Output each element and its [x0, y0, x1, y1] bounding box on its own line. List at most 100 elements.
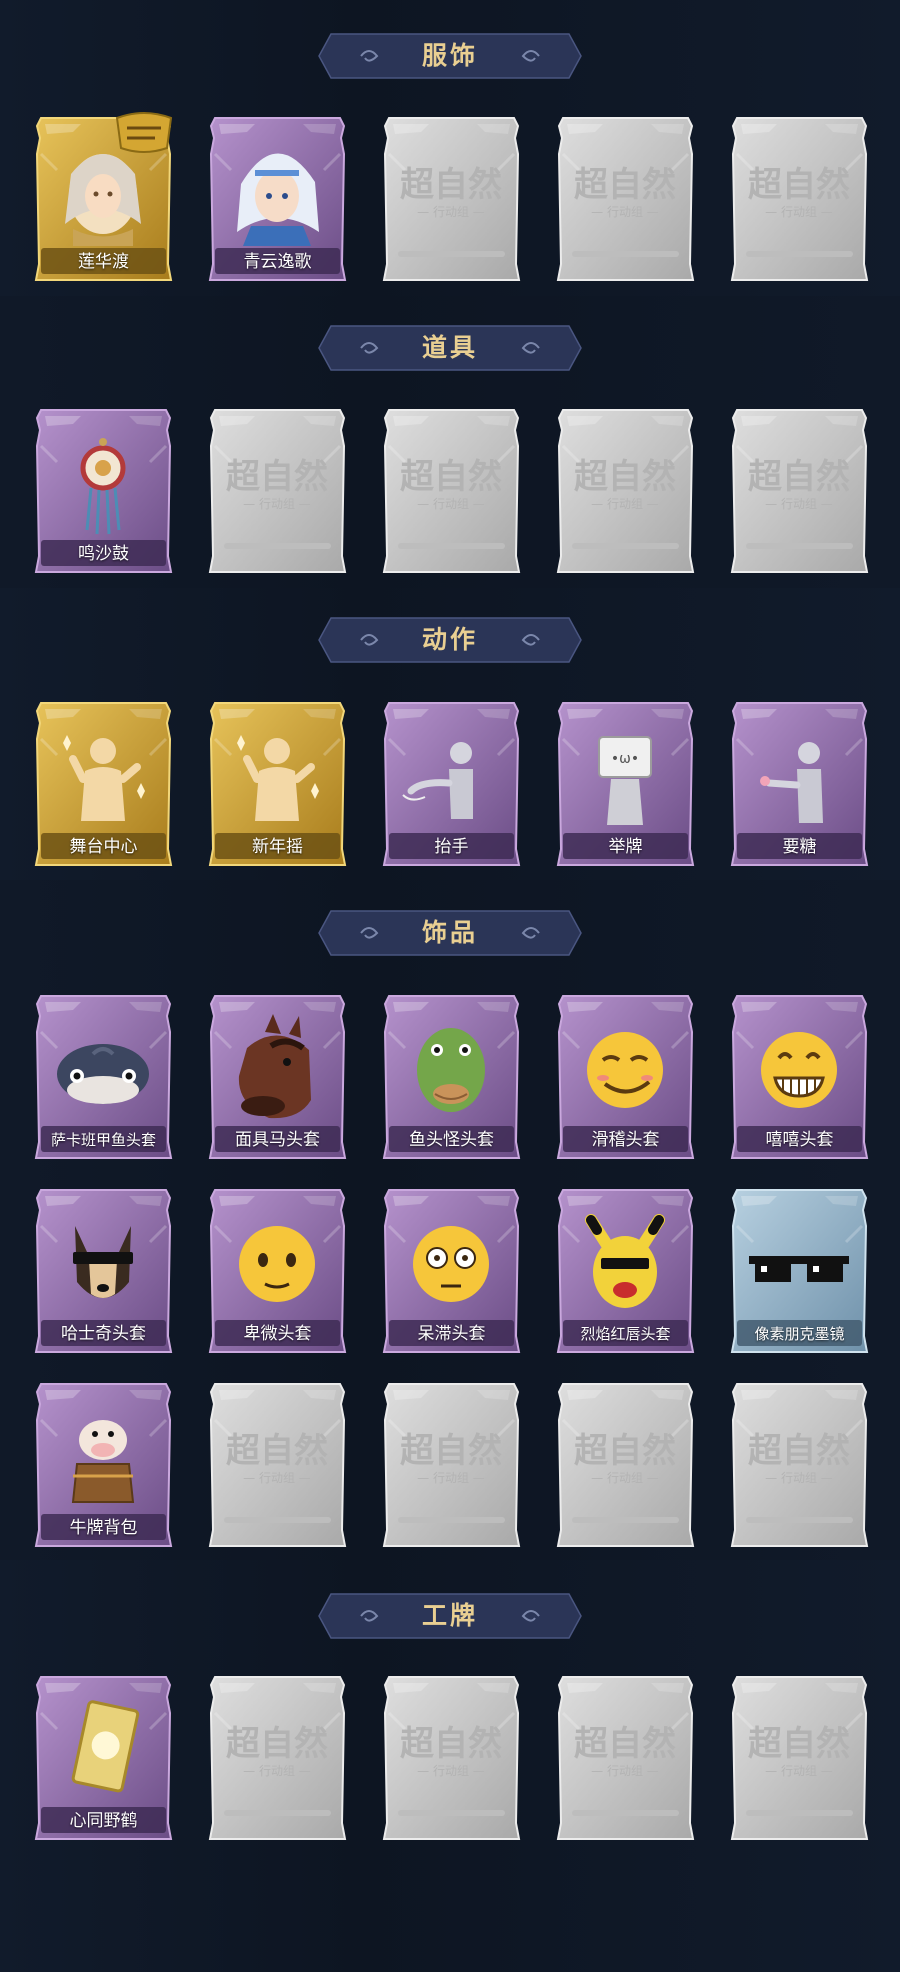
item-card[interactable]: 舞台中心	[33, 699, 174, 869]
watermark-main: 超自然	[400, 165, 502, 205]
watermark-sub: — 行动组 —	[591, 205, 659, 219]
locked-item-card[interactable]: 超自然 — 行动组 —	[207, 1673, 348, 1843]
item-card[interactable]: 要糖	[729, 699, 870, 869]
item-name: 鸣沙鼓	[78, 544, 129, 564]
locked-item-card[interactable]: 超自然 — 行动组 —	[555, 406, 696, 576]
tag-badge-icon	[115, 112, 173, 153]
svg-text:•ω•: •ω•	[611, 751, 639, 767]
locked-placeholder-icon: 超自然 — 行动组 —	[398, 1724, 505, 1816]
locked-placeholder-icon: 超自然 — 行动组 —	[572, 1724, 679, 1816]
locked-item-card[interactable]: 超自然 — 行动组 —	[381, 1673, 522, 1843]
watermark-sub: — 行动组 —	[243, 497, 311, 511]
item-card[interactable]: 鸣沙鼓	[33, 406, 174, 576]
locked-item-card[interactable]: 超自然 — 行动组 —	[381, 1380, 522, 1550]
section-title: 道具	[421, 333, 478, 362]
item-name: 鱼头怪头套	[409, 1130, 494, 1150]
section-header: 动作	[317, 612, 583, 668]
section-title: 服饰	[421, 41, 478, 70]
locked-item-card[interactable]: 超自然 — 行动组 —	[555, 1673, 696, 1843]
item-name: 新年摇	[252, 837, 303, 857]
item-name: 牛牌背包	[69, 1518, 138, 1538]
item-card[interactable]: 莲华渡	[33, 112, 174, 284]
watermark-main: 超自然	[574, 165, 676, 205]
watermark-main: 超自然	[226, 1431, 328, 1471]
locked-placeholder-icon: 超自然 — 行动组 —	[746, 457, 853, 549]
locked-item-card[interactable]: 超自然 — 行动组 —	[729, 406, 870, 576]
item-name: 滑稽头套	[591, 1130, 660, 1150]
item-name: 烈焰红唇头套	[580, 1325, 671, 1343]
watermark-main: 超自然	[574, 1724, 676, 1764]
item-card[interactable]: 萨卡班甲鱼头套	[33, 992, 174, 1162]
watermark-sub: — 行动组 —	[417, 205, 485, 219]
item-card[interactable]: 烈焰红唇头套	[555, 1186, 696, 1356]
locked-item-card[interactable]: 超自然 — 行动组 —	[729, 114, 870, 284]
item-name: 呆滞头套	[417, 1324, 486, 1344]
locked-placeholder-icon: 超自然 — 行动组 —	[746, 1724, 853, 1816]
locked-item-card[interactable]: 超自然 — 行动组 —	[381, 114, 522, 284]
item-card[interactable]: 嘻嘻头套	[729, 992, 870, 1162]
locked-placeholder-icon: 超自然 — 行动组 —	[398, 1431, 505, 1523]
watermark-sub: — 行动组 —	[765, 205, 833, 219]
item-card[interactable]: 抬手	[381, 699, 522, 869]
item-name: 莲华渡	[78, 252, 129, 272]
watermark-sub: — 行动组 —	[765, 1764, 833, 1778]
watermark-sub: — 行动组 —	[243, 1764, 311, 1778]
item-name: 青云逸歌	[243, 252, 312, 272]
locked-placeholder-icon: 超自然 — 行动组 —	[224, 1431, 331, 1523]
locked-item-card[interactable]: 超自然 — 行动组 —	[555, 1380, 696, 1550]
locked-item-card[interactable]: 超自然 — 行动组 —	[207, 406, 348, 576]
item-name: 舞台中心	[69, 837, 138, 857]
locked-item-card[interactable]: 超自然 — 行动组 —	[729, 1673, 870, 1843]
section-title: 工牌	[421, 1601, 478, 1630]
section-header: 饰品	[317, 905, 583, 961]
item-card[interactable]: •ω• 举牌	[555, 699, 696, 869]
locked-placeholder-icon: 超自然 — 行动组 —	[746, 1431, 853, 1523]
item-name: 嘻嘻头套	[765, 1130, 834, 1150]
watermark-sub: — 行动组 —	[417, 1471, 485, 1485]
item-name: 举牌	[608, 837, 643, 857]
item-card[interactable]: 面具马头套	[207, 992, 348, 1162]
watermark-sub: — 行动组 —	[591, 1471, 659, 1485]
watermark-main: 超自然	[748, 165, 850, 205]
section-title: 动作	[421, 625, 478, 654]
watermark-main: 超自然	[226, 457, 328, 497]
item-card[interactable]: 心同野鹤	[33, 1673, 174, 1843]
item-card[interactable]: 哈士奇头套	[33, 1186, 174, 1356]
watermark-main: 超自然	[574, 1431, 676, 1471]
item-card[interactable]: 像素朋克墨镜	[729, 1186, 870, 1356]
watermark-sub: — 行动组 —	[765, 1471, 833, 1485]
watermark-main: 超自然	[400, 457, 502, 497]
item-name: 萨卡班甲鱼头套	[50, 1131, 156, 1149]
item-name: 面具马头套	[235, 1130, 320, 1150]
locked-item-card[interactable]: 超自然 — 行动组 —	[555, 114, 696, 284]
item-card[interactable]: 呆滞头套	[381, 1186, 522, 1356]
locked-item-card[interactable]: 超自然 — 行动组 —	[381, 406, 522, 576]
watermark-sub: — 行动组 —	[591, 497, 659, 511]
item-name: 抬手	[434, 837, 469, 857]
watermark-sub: — 行动组 —	[417, 1764, 485, 1778]
locked-item-card[interactable]: 超自然 — 行动组 —	[729, 1380, 870, 1550]
item-card[interactable]: 鱼头怪头套	[381, 992, 522, 1162]
locked-placeholder-icon: 超自然 — 行动组 —	[224, 1724, 331, 1816]
item-name: 卑微头套	[243, 1324, 312, 1344]
locked-placeholder-icon: 超自然 — 行动组 —	[398, 165, 505, 257]
watermark-main: 超自然	[748, 1724, 850, 1764]
watermark-main: 超自然	[574, 457, 676, 497]
watermark-main: 超自然	[748, 457, 850, 497]
item-name: 像素朋克墨镜	[754, 1325, 845, 1343]
locked-item-card[interactable]: 超自然 — 行动组 —	[207, 1380, 348, 1550]
item-card[interactable]: 卑微头套	[207, 1186, 348, 1356]
locked-placeholder-icon: 超自然 — 行动组 —	[572, 1431, 679, 1523]
item-card[interactable]: 滑稽头套	[555, 992, 696, 1162]
item-card[interactable]: 新年摇	[207, 699, 348, 869]
item-name: 哈士奇头套	[61, 1324, 146, 1344]
locked-placeholder-icon: 超自然 — 行动组 —	[572, 165, 679, 257]
watermark-main: 超自然	[400, 1431, 502, 1471]
item-card[interactable]: 牛牌背包	[33, 1380, 174, 1550]
section-header: 工牌	[317, 1588, 583, 1644]
item-name: 要糖	[782, 837, 817, 857]
item-card[interactable]: 青云逸歌	[207, 114, 348, 284]
locked-placeholder-icon: 超自然 — 行动组 —	[746, 165, 853, 257]
section-header: 道具	[317, 320, 583, 376]
watermark-sub: — 行动组 —	[417, 497, 485, 511]
